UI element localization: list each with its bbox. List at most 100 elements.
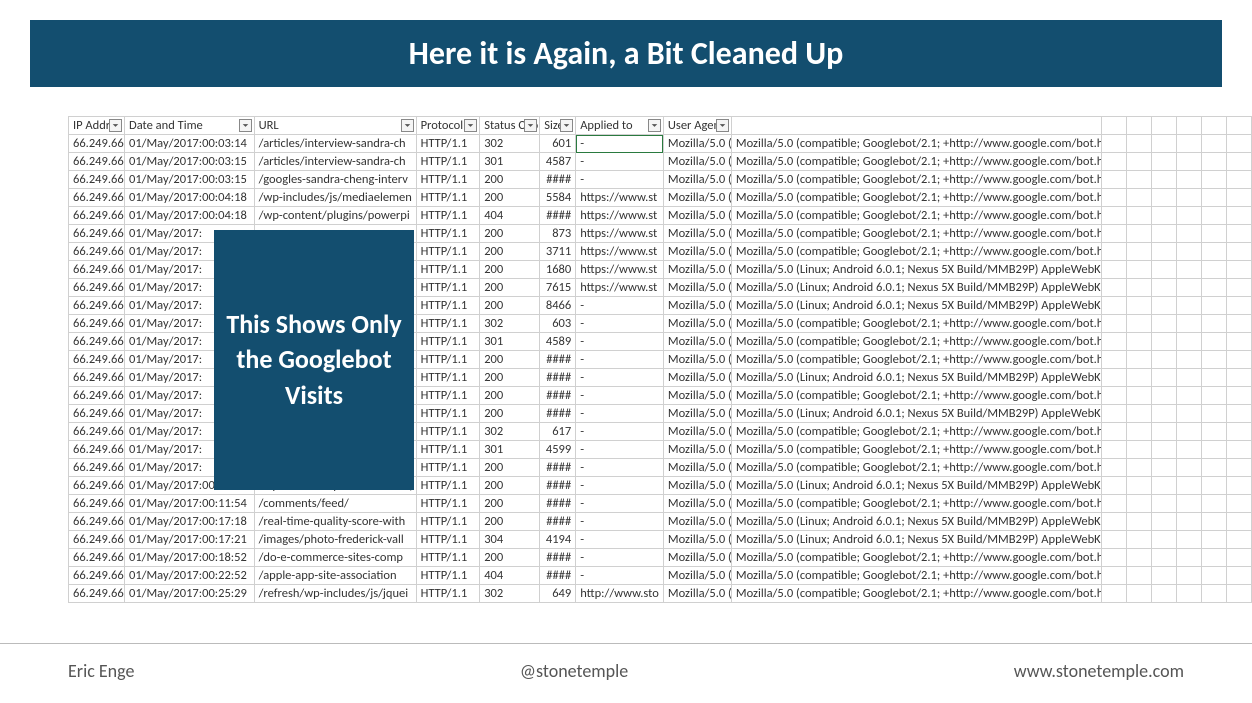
cell-empty[interactable]	[1126, 459, 1151, 477]
header-protocol[interactable]: Protocol	[416, 117, 480, 135]
cell-size[interactable]: ####	[540, 207, 576, 225]
cell-protocol[interactable]: HTTP/1.1	[416, 261, 480, 279]
cell-ip[interactable]: 66.249.66.	[69, 171, 125, 189]
cell-empty[interactable]	[1226, 297, 1251, 315]
cell-empty[interactable]	[1126, 585, 1151, 603]
cell-empty[interactable]	[1201, 387, 1226, 405]
cell-empty[interactable]	[1151, 567, 1176, 585]
cell-url[interactable]: /images/photo-frederick-vall	[254, 531, 416, 549]
cell-user-agent[interactable]: Mozilla/5.0 (compatible; Googlebot/2.1; …	[663, 189, 731, 207]
cell-empty[interactable]	[1126, 423, 1151, 441]
cell-user-agent-full[interactable]: Mozilla/5.0 (Linux; Android 6.0.1; Nexus…	[731, 477, 1101, 495]
cell-applied-to[interactable]: -	[576, 315, 664, 333]
cell-empty[interactable]	[1126, 477, 1151, 495]
cell-empty[interactable]	[1226, 333, 1251, 351]
cell-empty[interactable]	[1101, 441, 1126, 459]
cell-url[interactable]: /wp-content/plugins/powerpi	[254, 207, 416, 225]
cell-empty[interactable]	[1126, 387, 1151, 405]
cell-status[interactable]: 200	[480, 495, 540, 513]
cell-user-agent-full[interactable]: Mozilla/5.0 (compatible; Googlebot/2.1; …	[731, 459, 1101, 477]
cell-empty[interactable]	[1126, 171, 1151, 189]
cell-user-agent[interactable]: Mozilla/5.0 (Linux; Android 6.0.1; Nexus…	[663, 261, 731, 279]
cell-user-agent-full[interactable]: Mozilla/5.0 (Linux; Android 6.0.1; Nexus…	[731, 297, 1101, 315]
cell-user-agent[interactable]: Mozilla/5.0 (compatible; Googlebot/2.1; …	[663, 351, 731, 369]
header-status-coo[interactable]: Status Coo	[480, 117, 540, 135]
cell-url[interactable]: /wp-includes/js/mediaelemen	[254, 189, 416, 207]
cell-empty[interactable]	[1101, 171, 1126, 189]
cell-datetime[interactable]: 01/May/2017:00:25:29	[125, 585, 255, 603]
cell-applied-to[interactable]: -	[576, 513, 664, 531]
cell-empty[interactable]	[1151, 351, 1176, 369]
cell-empty[interactable]	[1226, 459, 1251, 477]
cell-empty[interactable]	[1201, 549, 1226, 567]
cell-empty[interactable]	[1226, 207, 1251, 225]
cell-user-agent[interactable]: Mozilla/5.0 (compatible; Googlebot/2.1; …	[663, 171, 731, 189]
cell-protocol[interactable]: HTTP/1.1	[416, 459, 480, 477]
cell-size[interactable]: ####	[540, 567, 576, 585]
cell-empty[interactable]	[1176, 459, 1201, 477]
cell-empty[interactable]	[1226, 279, 1251, 297]
cell-ip[interactable]: 66.249.66.	[69, 477, 125, 495]
cell-protocol[interactable]: HTTP/1.1	[416, 315, 480, 333]
cell-empty[interactable]	[1101, 459, 1126, 477]
cell-empty[interactable]	[1126, 495, 1151, 513]
cell-url[interactable]: /comments/feed/	[254, 495, 416, 513]
cell-user-agent-full[interactable]: Mozilla/5.0 (compatible; Googlebot/2.1; …	[731, 351, 1101, 369]
cell-ip[interactable]: 66.249.66.	[69, 315, 125, 333]
cell-empty[interactable]	[1226, 243, 1251, 261]
cell-empty[interactable]	[1176, 549, 1201, 567]
cell-applied-to[interactable]: https://www.st	[576, 243, 664, 261]
cell-empty[interactable]	[1176, 297, 1201, 315]
cell-protocol[interactable]: HTTP/1.1	[416, 351, 480, 369]
cell-empty[interactable]	[1101, 567, 1126, 585]
cell-empty[interactable]	[1126, 243, 1151, 261]
cell-applied-to[interactable]: -	[576, 477, 664, 495]
cell-ip[interactable]: 66.249.66.	[69, 585, 125, 603]
cell-user-agent-full[interactable]: Mozilla/5.0 (compatible; Googlebot/2.1; …	[731, 135, 1101, 153]
cell-empty[interactable]	[1101, 405, 1126, 423]
cell-empty[interactable]	[1226, 171, 1251, 189]
cell-empty[interactable]	[1201, 459, 1226, 477]
cell-empty[interactable]	[1201, 477, 1226, 495]
cell-empty[interactable]	[1226, 513, 1251, 531]
cell-empty[interactable]	[1126, 333, 1151, 351]
filter-dropdown-icon[interactable]	[464, 119, 477, 132]
cell-empty[interactable]	[1151, 333, 1176, 351]
cell-user-agent-full[interactable]: Mozilla/5.0 (Linux; Android 6.0.1; Nexus…	[731, 531, 1101, 549]
cell-user-agent-full[interactable]: Mozilla/5.0 (compatible; Googlebot/2.1; …	[731, 207, 1101, 225]
cell-empty[interactable]	[1176, 225, 1201, 243]
cell-status[interactable]: 302	[480, 135, 540, 153]
cell-ip[interactable]: 66.249.66.	[69, 513, 125, 531]
cell-status[interactable]: 200	[480, 171, 540, 189]
cell-user-agent[interactable]: Mozilla/5.0 (compatible; Googlebot/2.1; …	[663, 333, 731, 351]
cell-empty[interactable]	[1226, 531, 1251, 549]
cell-user-agent-full[interactable]: Mozilla/5.0 (compatible; Googlebot/2.1; …	[731, 243, 1101, 261]
cell-empty[interactable]	[1226, 369, 1251, 387]
cell-empty[interactable]	[1101, 261, 1126, 279]
cell-applied-to[interactable]: -	[576, 171, 664, 189]
cell-empty[interactable]	[1176, 369, 1201, 387]
cell-protocol[interactable]: HTTP/1.1	[416, 405, 480, 423]
cell-empty[interactable]	[1151, 315, 1176, 333]
cell-empty[interactable]	[1226, 225, 1251, 243]
cell-user-agent-full[interactable]: Mozilla/5.0 (compatible; Googlebot/2.1; …	[731, 441, 1101, 459]
cell-protocol[interactable]: HTTP/1.1	[416, 369, 480, 387]
cell-status[interactable]: 200	[480, 369, 540, 387]
cell-size[interactable]: ####	[540, 351, 576, 369]
cell-empty[interactable]	[1176, 441, 1201, 459]
cell-size[interactable]: 617	[540, 423, 576, 441]
cell-status[interactable]: 200	[480, 549, 540, 567]
cell-user-agent[interactable]: Mozilla/5.0 (compatible; Googlebot/2.1; …	[663, 153, 731, 171]
cell-ip[interactable]: 66.249.66.	[69, 261, 125, 279]
cell-size[interactable]: ####	[540, 477, 576, 495]
cell-empty[interactable]	[1226, 495, 1251, 513]
cell-size[interactable]: 1680	[540, 261, 576, 279]
cell-ip[interactable]: 66.249.66.	[69, 459, 125, 477]
cell-applied-to[interactable]: -	[576, 423, 664, 441]
cell-empty[interactable]	[1126, 369, 1151, 387]
cell-size[interactable]: 5584	[540, 189, 576, 207]
cell-ip[interactable]: 66.249.66.	[69, 189, 125, 207]
cell-datetime[interactable]: 01/May/2017:00:17:21	[125, 531, 255, 549]
cell-empty[interactable]	[1151, 135, 1176, 153]
cell-protocol[interactable]: HTTP/1.1	[416, 531, 480, 549]
